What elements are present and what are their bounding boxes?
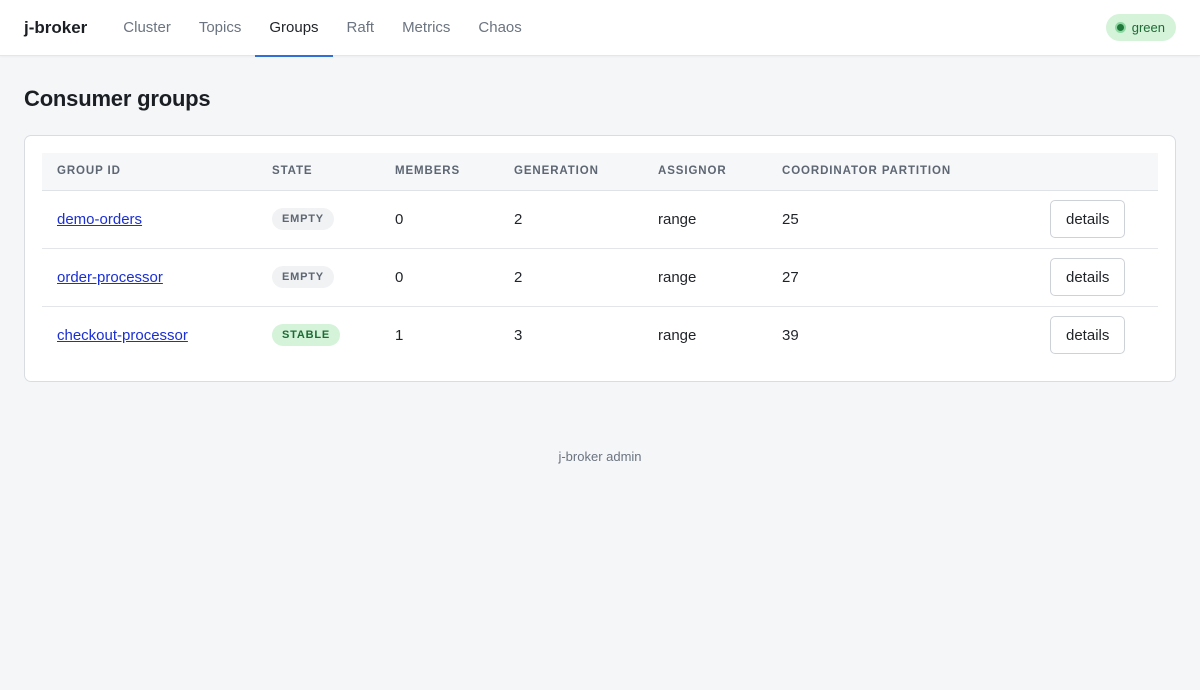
- column-header-generation: GENERATION: [499, 153, 643, 191]
- state-cell: STABLE: [257, 306, 380, 364]
- column-header-actions: [1035, 153, 1158, 191]
- details-button[interactable]: details: [1050, 316, 1126, 355]
- table-row: checkout-processor STABLE 1 3 range 39 d…: [42, 306, 1158, 364]
- coordinator-partition-cell: 27: [767, 248, 1035, 307]
- state-badge: EMPTY: [272, 266, 334, 288]
- column-header-members: MEMBERS: [380, 153, 499, 191]
- nav-tab-raft[interactable]: Raft: [333, 0, 389, 56]
- group-link-checkout-processor[interactable]: checkout-processor: [57, 327, 188, 344]
- details-button[interactable]: details: [1050, 200, 1126, 238]
- members-cell: 0: [380, 248, 499, 307]
- members-cell: 0: [380, 190, 499, 249]
- column-header-group-id: GROUP ID: [42, 153, 257, 191]
- nav-tab-groups[interactable]: Groups: [255, 0, 333, 57]
- action-cell: details: [1035, 190, 1158, 249]
- column-header-assignor: ASSIGNOR: [643, 153, 767, 191]
- cluster-health-badge: green: [1105, 14, 1176, 41]
- state-badge: EMPTY: [272, 208, 334, 230]
- state-badge: STABLE: [272, 324, 340, 347]
- group-link-demo-orders[interactable]: demo-orders: [57, 211, 142, 228]
- column-header-state: STATE: [257, 153, 380, 191]
- nav-tab-metrics[interactable]: Metrics: [388, 0, 464, 56]
- state-cell: EMPTY: [257, 248, 380, 307]
- action-cell: details: [1035, 306, 1158, 364]
- app-brand[interactable]: j-broker: [24, 18, 87, 38]
- nav-tab-chaos[interactable]: Chaos: [464, 0, 535, 56]
- assignor-cell: range: [643, 248, 767, 307]
- state-cell: EMPTY: [257, 190, 380, 249]
- status-dot-icon: [1114, 22, 1126, 33]
- page-footer: j-broker admin: [558, 449, 642, 464]
- top-nav-bar: j-broker Cluster Topics Groups Raft Metr…: [0, 0, 1200, 57]
- main-content: Consumer groups GROUP ID STATE MEMBERS G…: [0, 56, 1200, 464]
- cluster-health-label: green: [1131, 20, 1165, 35]
- group-id-cell: checkout-processor: [42, 306, 257, 364]
- table-row: order-processor EMPTY 0 2 range 27 detai…: [42, 248, 1158, 307]
- table-header-row: GROUP ID STATE MEMBERS GENERATION ASSIGN…: [42, 153, 1158, 191]
- details-button[interactable]: details: [1050, 258, 1126, 296]
- consumer-groups-table: GROUP ID STATE MEMBERS GENERATION ASSIGN…: [42, 153, 1158, 364]
- page-title: Consumer groups: [24, 86, 211, 111]
- coordinator-partition-cell: 39: [782, 326, 799, 344]
- main-nav: Cluster Topics Groups Raft Metrics Chaos: [109, 0, 535, 57]
- generation-cell: 2: [499, 248, 643, 307]
- column-header-coordinator-partition: COORDINATOR PARTITION: [767, 153, 1035, 191]
- groups-table-card: GROUP ID STATE MEMBERS GENERATION ASSIGN…: [24, 135, 1176, 382]
- coordinator-partition-cell: 25: [767, 190, 1035, 249]
- assignor-cell: range: [658, 326, 697, 344]
- group-id-cell: demo-orders: [42, 190, 257, 249]
- action-cell: details: [1035, 248, 1158, 307]
- assignor-cell: range: [643, 190, 767, 249]
- nav-tab-topics[interactable]: Topics: [185, 0, 256, 56]
- table-row: demo-orders EMPTY 0 2 range 25 details: [42, 190, 1158, 249]
- group-id-cell: order-processor: [42, 248, 257, 307]
- nav-tab-cluster[interactable]: Cluster: [109, 0, 185, 56]
- generation-cell: 2: [499, 190, 643, 249]
- generation-cell: 3: [514, 326, 523, 344]
- group-link-order-processor[interactable]: order-processor: [57, 269, 163, 286]
- members-cell: 1: [395, 326, 404, 344]
